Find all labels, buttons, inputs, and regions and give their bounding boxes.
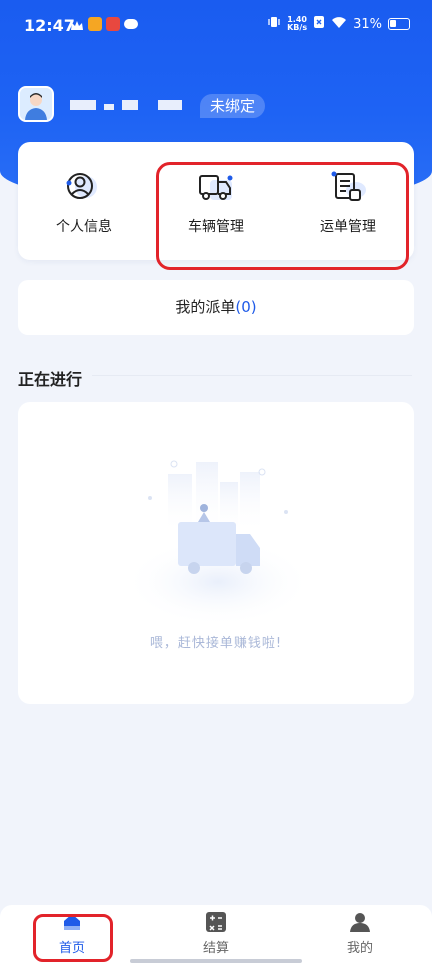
calculator-icon xyxy=(205,911,227,933)
personal-info-label: 个人信息 xyxy=(56,219,112,235)
person-icon xyxy=(64,170,104,206)
more-notifications-icon xyxy=(124,19,138,29)
notification-icons xyxy=(70,17,138,31)
section-divider xyxy=(92,375,412,376)
app-page: 12:47 1.40 KB/s 31% 未绑定 个人信息 车辆管理 运单管理 我… xyxy=(0,0,432,964)
highlight-box-home-tab xyxy=(33,914,113,962)
system-home-indicator[interactable] xyxy=(130,959,302,963)
personal-info-entry[interactable]: 个人信息 xyxy=(18,170,150,236)
empty-truck-illustration xyxy=(123,460,313,627)
battery-icon xyxy=(388,18,410,30)
tab-mine[interactable]: 我的 xyxy=(320,911,400,956)
crown-icon xyxy=(70,18,84,30)
tab-mine-label: 我的 xyxy=(346,941,373,956)
tab-settlement-label: 结算 xyxy=(202,941,229,956)
dispatch-label: 我的派单 xyxy=(175,298,236,316)
my-dispatch-card[interactable]: 我的派单(0) xyxy=(18,280,414,335)
status-right: 1.40 KB/s 31% xyxy=(267,15,410,33)
ongoing-title: 正在进行 xyxy=(18,370,83,389)
status-bar: 12:47 1.40 KB/s 31% xyxy=(0,0,432,52)
net-speed: 1.40 KB/s xyxy=(287,16,307,32)
app-badge-icon xyxy=(88,17,102,31)
battery-level: 31% xyxy=(353,16,382,32)
user-icon xyxy=(349,911,371,933)
avatar-person-icon xyxy=(20,88,52,120)
dispatch-count: (0) xyxy=(235,298,257,316)
avatar[interactable] xyxy=(18,86,54,122)
net-speed-unit: KB/s xyxy=(287,23,308,32)
vibrate-icon xyxy=(267,15,281,33)
status-time: 12:47 xyxy=(24,16,75,35)
sim-off-icon xyxy=(313,15,325,33)
wifi-icon xyxy=(331,16,347,33)
tab-settlement[interactable]: 结算 xyxy=(176,911,256,956)
bind-status-badge[interactable]: 未绑定 xyxy=(200,94,266,118)
ongoing-empty-card: 喂，赶快接单赚钱啦! xyxy=(18,402,414,704)
empty-hint: 喂，赶快接单赚钱啦! xyxy=(149,636,283,651)
highlight-box-functions xyxy=(156,162,409,270)
username-masked xyxy=(70,100,182,110)
app-badge-icon-2 xyxy=(106,17,120,31)
